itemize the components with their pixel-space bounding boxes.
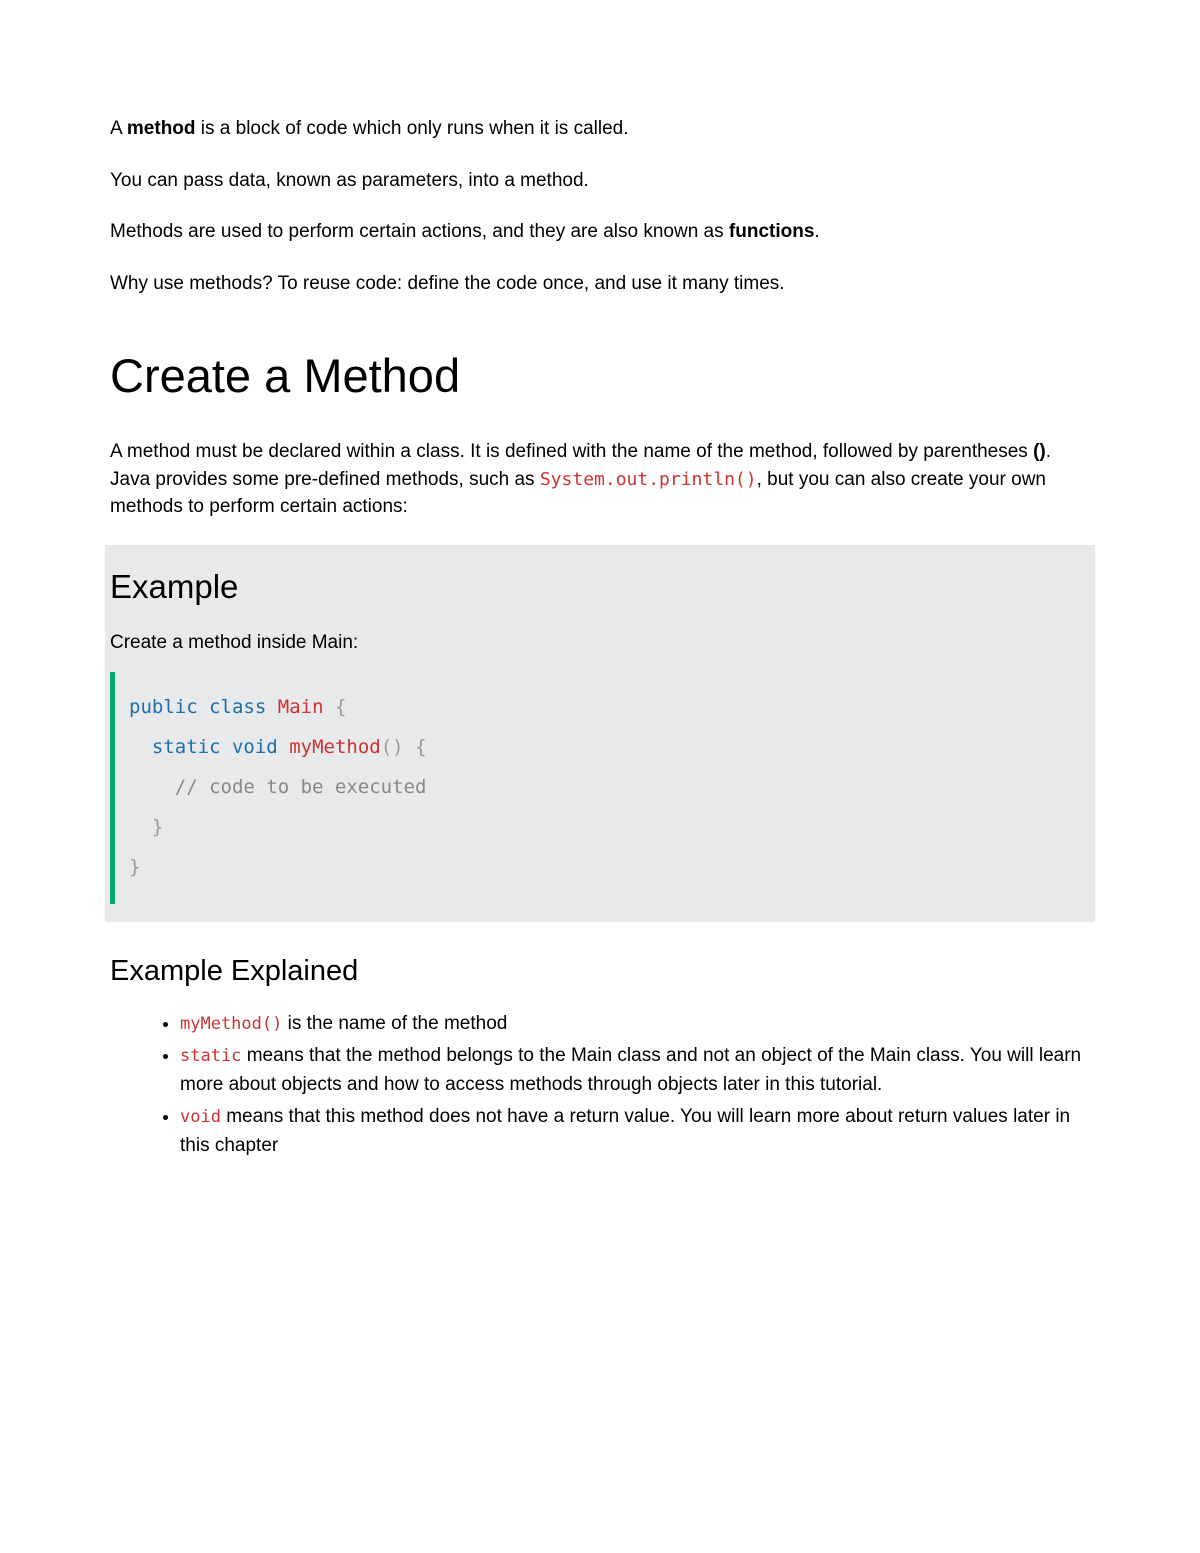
text: means that the method belongs to the Mai… [180, 1045, 1081, 1095]
brace-open: { [415, 736, 426, 758]
code-println: System.out.println() [540, 469, 757, 490]
create-paragraph: A method must be declared within a class… [110, 438, 1090, 521]
code-block: public class Main { static void myMethod… [110, 672, 1090, 903]
code-line-4: } [129, 808, 1090, 848]
code-mymethod: myMethod() [180, 1014, 282, 1034]
intro-paragraph-2: You can pass data, known as parameters, … [110, 167, 1090, 195]
code-static: static [180, 1046, 241, 1066]
classname-main: Main [278, 696, 324, 718]
text: is the name of the method [282, 1013, 507, 1034]
bold-method: method [127, 118, 196, 139]
text: means that this method does not have a r… [180, 1106, 1070, 1156]
list-item: void means that this method does not hav… [180, 1103, 1090, 1160]
intro-paragraph-4: Why use methods? To reuse code: define t… [110, 270, 1090, 298]
keyword-public: public [129, 696, 198, 718]
list-item: myMethod() is the name of the method [180, 1010, 1090, 1039]
keyword-class: class [209, 696, 266, 718]
example-intro: Create a method inside Main: [110, 629, 1090, 657]
code-line-1: public class Main { [129, 688, 1090, 728]
paren: () [381, 736, 404, 758]
code-line-3: // code to be executed [129, 768, 1090, 808]
text: A method must be declared within a class… [110, 441, 1033, 462]
intro-paragraph-3: Methods are used to perform certain acti… [110, 218, 1090, 246]
code-line-5: } [129, 848, 1090, 888]
heading-create-method: Create a Method [110, 342, 1090, 410]
brace-close: } [129, 856, 140, 878]
keyword-static: static [152, 736, 221, 758]
text: Methods are used to perform certain acti… [110, 221, 729, 242]
method-name: myMethod [289, 736, 381, 758]
explained-list: myMethod() is the name of the method sta… [110, 1010, 1090, 1161]
brace-open: { [335, 696, 346, 718]
code-line-2: static void myMethod() { [129, 728, 1090, 768]
brace-close: } [152, 816, 163, 838]
list-item: static means that the method belongs to … [180, 1042, 1090, 1099]
text: . [814, 221, 819, 242]
keyword-void: void [232, 736, 278, 758]
heading-example-explained: Example Explained [110, 950, 1090, 992]
example-box: Example Create a method inside Main: pub… [105, 545, 1095, 922]
bold-parens: () [1033, 441, 1046, 462]
intro-paragraph-1: A method is a block of code which only r… [110, 115, 1090, 143]
comment: // code to be executed [175, 776, 427, 798]
text: A [110, 118, 127, 139]
code-void: void [180, 1107, 221, 1127]
bold-functions: functions [729, 221, 815, 242]
text: is a block of code which only runs when … [196, 118, 629, 139]
heading-example: Example [110, 563, 1090, 611]
